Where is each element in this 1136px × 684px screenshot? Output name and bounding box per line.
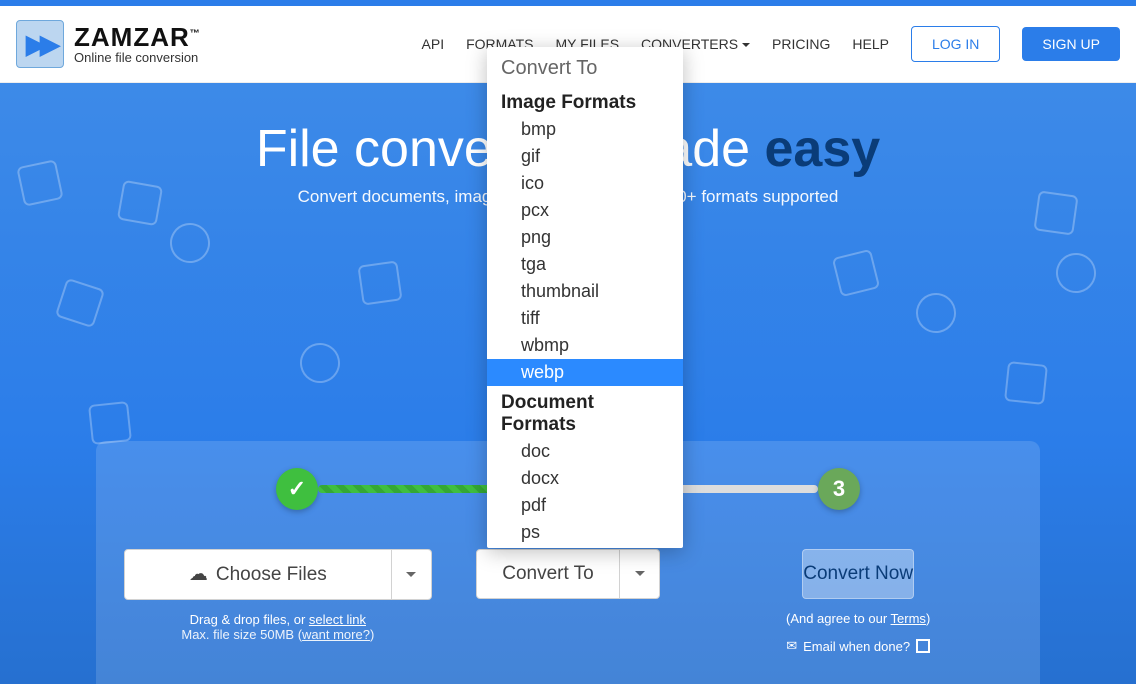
email-checkbox[interactable] [916, 639, 930, 653]
login-button[interactable]: LOG IN [911, 26, 1000, 62]
dropdown-item-ico[interactable]: ico [487, 170, 683, 197]
dropdown-item-ps[interactable]: ps [487, 519, 683, 546]
convert-now-button[interactable]: Convert Now [802, 549, 914, 599]
dropdown-item-docx[interactable]: docx [487, 465, 683, 492]
step-3: 3 [818, 468, 860, 510]
brand-tagline: Online file conversion [74, 50, 201, 65]
dropdown-group-document: Document Formats [487, 386, 683, 438]
terms-link[interactable]: Terms [891, 611, 926, 626]
nav-pricing[interactable]: PRICING [772, 36, 830, 52]
convert-to-button[interactable]: Convert To [476, 549, 621, 599]
dropdown-item-wbmp[interactable]: wbmp [487, 332, 683, 359]
dropdown-item-png[interactable]: png [487, 224, 683, 251]
dropdown-item-gif[interactable]: gif [487, 143, 683, 170]
dropdown-item-pcx[interactable]: pcx [487, 197, 683, 224]
dropdown-item-thumbnail[interactable]: thumbnail [487, 278, 683, 305]
convert-to-dropdown[interactable]: Convert To Image Formats bmpgificopcxpng… [487, 47, 683, 548]
convert-to-caret[interactable] [620, 549, 660, 599]
want-more-link[interactable]: want more? [302, 627, 370, 642]
convert-to-label: Convert To [502, 563, 594, 585]
brand-name: ZAMZAR™ [74, 24, 201, 50]
dropdown-item-pdf[interactable]: pdf [487, 492, 683, 519]
envelope-icon: ✉ [786, 638, 797, 654]
dropdown-title: Convert To [487, 47, 683, 86]
choose-files-button[interactable]: ☁ Choose Files [124, 549, 392, 600]
select-link[interactable]: select link [309, 612, 366, 627]
step-1-done [276, 468, 318, 510]
logo-icon: ▶▶ [16, 20, 64, 68]
dropdown-item-bmp[interactable]: bmp [487, 116, 683, 143]
choose-files-caret[interactable] [392, 549, 432, 600]
email-when-done[interactable]: ✉ Email when done? [786, 638, 930, 654]
logo[interactable]: ▶▶ ZAMZAR™ Online file conversion [16, 20, 201, 68]
dropdown-group-image: Image Formats [487, 86, 683, 116]
convert-now-label: Convert Now [803, 563, 913, 585]
terms-hint: (And agree to our Terms) [786, 611, 930, 626]
choose-files-label: Choose Files [216, 564, 327, 586]
drag-drop-hint: Drag & drop files, or select link Max. f… [181, 612, 374, 642]
signup-button[interactable]: SIGN UP [1022, 27, 1120, 61]
dropdown-item-webp[interactable]: webp [487, 359, 683, 386]
dropdown-item-tga[interactable]: tga [487, 251, 683, 278]
dropdown-item-doc[interactable]: doc [487, 438, 683, 465]
dropdown-item-tiff[interactable]: tiff [487, 305, 683, 332]
upload-icon: ☁ [189, 563, 208, 586]
nav-help[interactable]: HELP [852, 36, 889, 52]
nav-api[interactable]: API [422, 36, 445, 52]
